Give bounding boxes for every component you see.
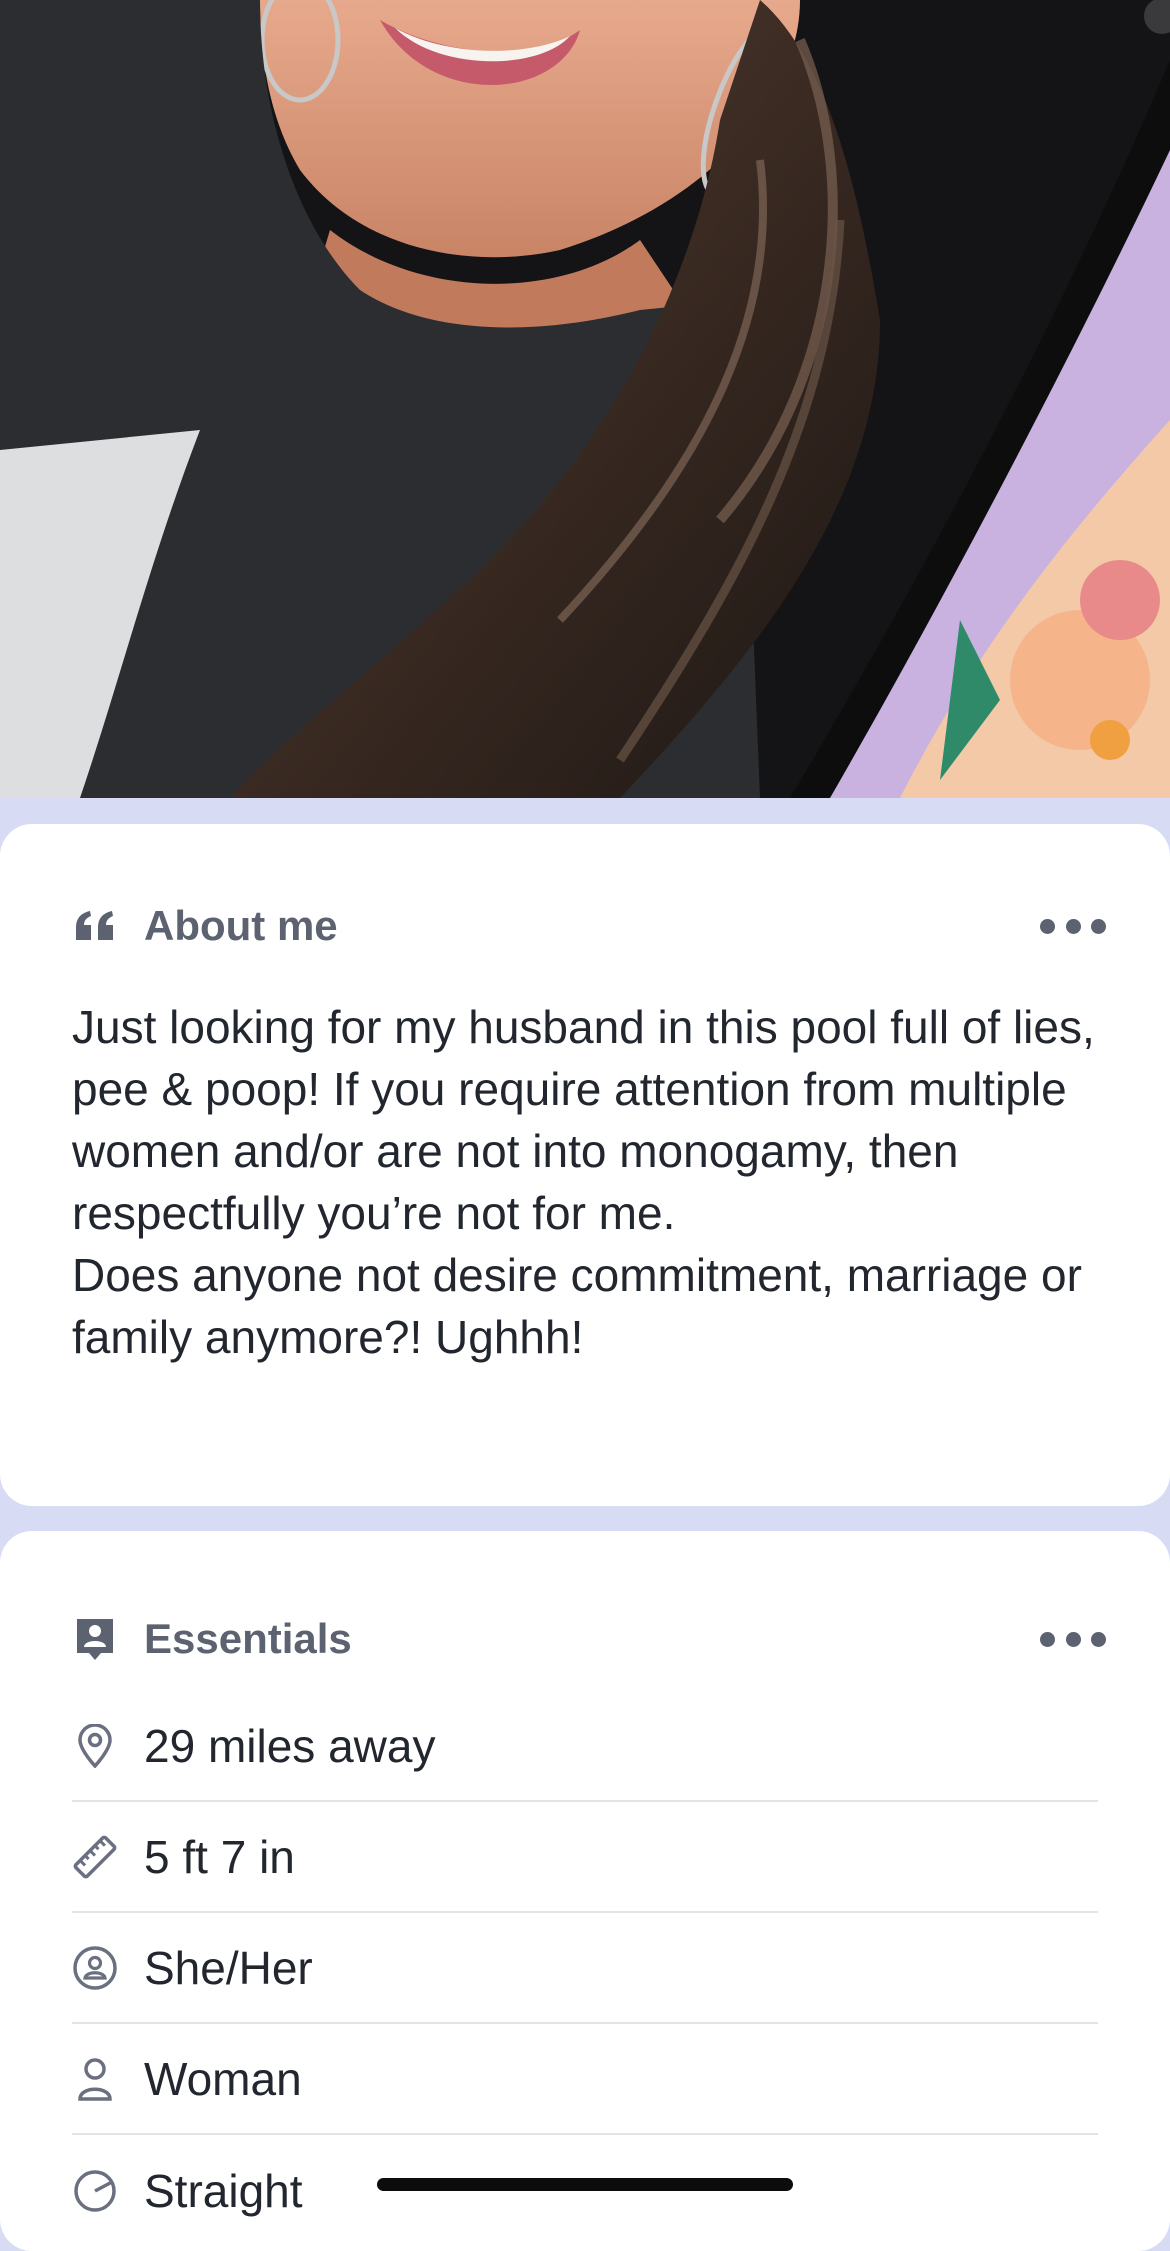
home-indicator[interactable]: [377, 2178, 793, 2191]
essentials-title: Essentials: [144, 1615, 352, 1662]
essentials-item-label: 29 miles away: [144, 1719, 436, 1772]
essentials-item-label: Straight: [144, 2164, 303, 2217]
about-me-title: About me: [144, 902, 338, 949]
location-pin-icon: [72, 1723, 118, 1769]
profile-photo-illustration: [0, 0, 1170, 798]
pronouns-icon: [72, 1945, 118, 1991]
essentials-item-label: 5 ft 7 in: [144, 1830, 295, 1883]
more-dot-icon: [1065, 1631, 1081, 1647]
person-icon: [72, 2056, 118, 2102]
essentials-item-height: 5 ft 7 in: [72, 1802, 1098, 1913]
essentials-more-button[interactable]: [1040, 1619, 1106, 1659]
essentials-item-pronouns: She/Her: [72, 1913, 1098, 2024]
essentials-item-label: Woman: [144, 2052, 302, 2105]
about-me-more-button[interactable]: [1040, 906, 1106, 946]
essentials-item-label: She/Her: [144, 1941, 313, 1994]
essentials-item-distance: 29 miles away: [72, 1691, 1098, 1802]
quote-icon: [72, 903, 118, 949]
profile-photo[interactable]: [0, 0, 1170, 798]
about-me-paragraph-2: Does anyone not desire commitment, marri…: [72, 1249, 1082, 1363]
essentials-item-gender: Woman: [72, 2024, 1098, 2135]
about-me-paragraph-1: Just looking for my husband in this pool…: [72, 1001, 1095, 1239]
essentials-header-row: Essentials: [72, 1609, 1106, 1669]
essentials-section: Essentials 29 miles away 5 ft 7 in She/H…: [0, 1531, 1170, 2251]
about-me-text: Just looking for my husband in this pool…: [72, 996, 1112, 1368]
about-me-header-row: About me: [72, 896, 1106, 956]
ruler-icon: [72, 1834, 118, 1880]
essentials-list: 29 miles away 5 ft 7 in She/Her Woman St…: [72, 1691, 1098, 2246]
orientation-icon: [72, 2168, 118, 2214]
about-me-section: About me Just looking for my husband in …: [0, 824, 1170, 1506]
more-dot-icon: [1040, 1631, 1055, 1647]
more-dot-icon: [1040, 918, 1055, 934]
id-card-icon: [72, 1616, 118, 1662]
more-dot-icon: [1091, 1631, 1106, 1647]
more-dot-icon: [1065, 918, 1081, 934]
more-dot-icon: [1091, 918, 1106, 934]
